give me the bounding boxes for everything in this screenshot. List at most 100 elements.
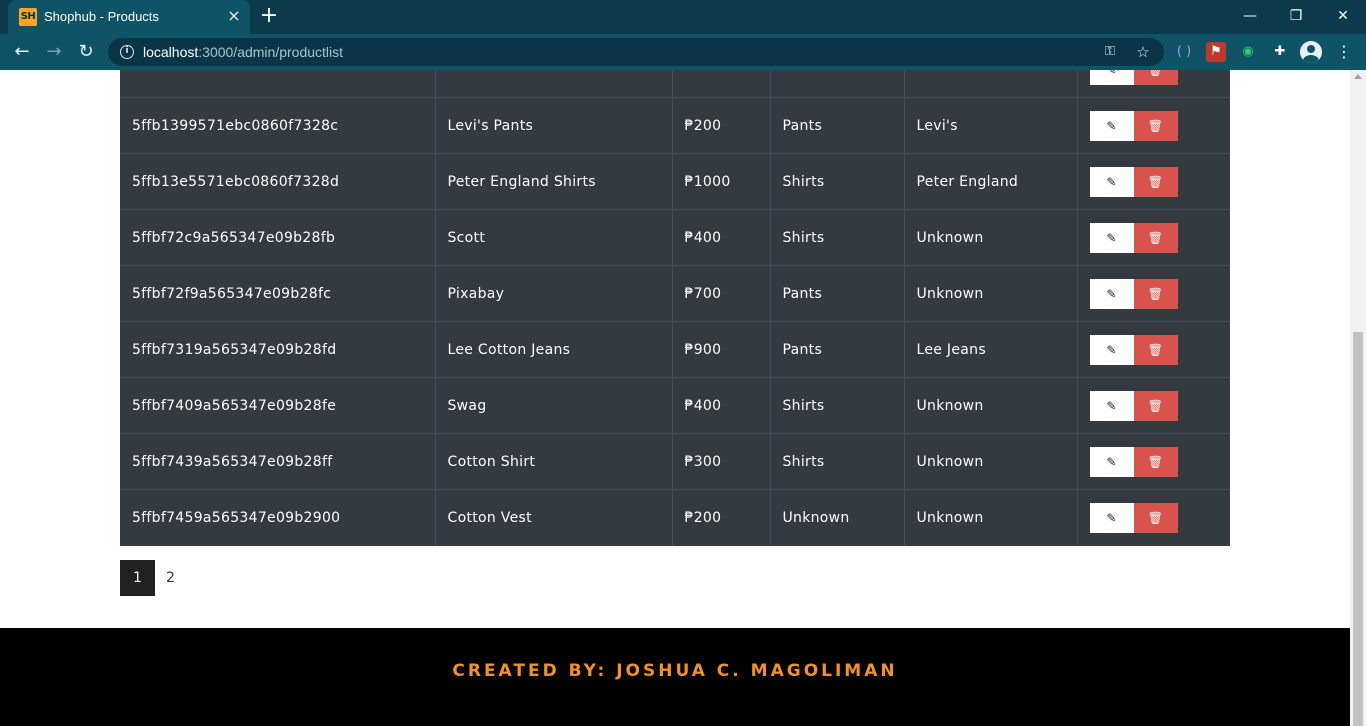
product-table: ✎🗑 5ffb1399571ebc0860f7328cLevi's Pants₱…: [120, 70, 1230, 546]
minimize-button[interactable]: —: [1237, 4, 1263, 28]
new-tab-button[interactable]: +: [258, 5, 280, 28]
delete-button[interactable]: 🗑: [1133, 278, 1178, 309]
key-icon[interactable]: ⚿: [1100, 42, 1120, 62]
menu-kebab-icon[interactable]: ⋮: [1334, 42, 1354, 62]
cell-category: Pants: [769, 97, 904, 154]
cell-price: ₱200: [671, 97, 770, 154]
edit-button[interactable]: ✎: [1089, 446, 1134, 477]
cell-id: 5ffbf72f9a565347e09b28fc: [120, 265, 435, 322]
edit-icon: ✎: [1106, 454, 1117, 469]
vertical-scrollbar[interactable]: [1350, 70, 1366, 726]
delete-button[interactable]: 🗑: [1133, 446, 1178, 477]
cell-category: Pants: [769, 265, 904, 322]
edit-button[interactable]: ✎: [1089, 110, 1134, 141]
edit-button[interactable]: ✎: [1089, 390, 1134, 421]
trash-icon: 🗑: [1147, 398, 1164, 413]
cell-name: Lee Cotton Jeans: [434, 321, 672, 378]
row-actions: ✎🗑: [1076, 489, 1230, 546]
footer-credit: CREATED BY: JOSHUA C. MAGOLIMAN: [452, 661, 898, 681]
cell-id: 5ffbf7439a565347e09b28ff: [120, 433, 435, 490]
edit-button[interactable]: ✎: [1089, 70, 1134, 85]
cell-id: 5ffbf7409a565347e09b28fe: [120, 377, 435, 434]
forward-arrow-icon[interactable]: →: [42, 40, 66, 64]
edit-button[interactable]: ✎: [1089, 278, 1134, 309]
delete-button[interactable]: 🗑: [1133, 166, 1178, 197]
cell-id: 5ffb13e5571ebc0860f7328d: [120, 153, 435, 210]
address-bar[interactable]: i localhost:3000/admin/productlist ⚿ ☆: [108, 38, 1164, 66]
table-row: 5ffbf7319a565347e09b28fd Lee Cotton Jeans…: [120, 321, 1230, 378]
site-info-icon[interactable]: i: [120, 45, 134, 59]
star-icon[interactable]: ☆: [1133, 42, 1153, 62]
page-link-1[interactable]: 1: [120, 560, 155, 596]
cell-id: 5ffbf72c9a565347e09b28fb: [120, 209, 435, 266]
table-row: 5ffb1399571ebc0860f7328c Levi's Pants ₱200…: [120, 97, 1230, 154]
extension-brackets-icon[interactable]: ( ): [1174, 42, 1194, 62]
edit-icon: ✎: [1106, 342, 1117, 357]
cell-id: 5ffbf7319a565347e09b28fd: [120, 321, 435, 378]
cell-name: Swag: [434, 377, 672, 434]
back-arrow-icon[interactable]: ←: [10, 40, 34, 64]
table-row: 5ffbf7439a565347e09b28ff Cotton Shirt ₱300…: [120, 433, 1230, 490]
cell-price: ₱400: [671, 209, 770, 266]
tab-close-icon[interactable]: ×: [226, 8, 242, 24]
cell-category: Unknown: [769, 489, 904, 546]
trash-icon: 🗑: [1147, 230, 1164, 245]
url-text[interactable]: localhost:3000/admin/productlist: [143, 44, 343, 60]
delete-button[interactable]: 🗑: [1133, 70, 1178, 85]
browser-tab[interactable]: SH Shophub - Products ×: [8, 0, 250, 34]
row-actions: ✎🗑: [1076, 321, 1230, 378]
browser-toolbar: ← → ↻ i localhost:3000/admin/productlist…: [0, 34, 1366, 70]
cell-brand: Levi's: [903, 97, 1077, 154]
extension-red-icon[interactable]: ⚑: [1206, 42, 1226, 62]
cell-name: Levi's Pants: [434, 97, 672, 154]
trash-icon: 🗑: [1148, 70, 1164, 77]
scroll-up-arrow-icon[interactable]: [1354, 74, 1362, 79]
cell-id: 5ffbf7459a565347e09b2900: [120, 489, 435, 546]
edit-button[interactable]: ✎: [1089, 222, 1134, 253]
cell-category: Shirts: [769, 377, 904, 434]
extension-circle-icon[interactable]: ◉: [1238, 42, 1258, 62]
delete-button[interactable]: 🗑: [1133, 390, 1178, 421]
scroll-thumb[interactable]: [1353, 332, 1363, 726]
page-content: ✎🗑 5ffb1399571ebc0860f7328cLevi's Pants₱…: [0, 70, 1350, 726]
cell-price: ₱1000: [671, 153, 770, 210]
profile-avatar-icon[interactable]: [1300, 41, 1322, 63]
puzzle-extensions-icon[interactable]: ✚: [1270, 42, 1290, 62]
cell-name: Scott: [434, 209, 672, 266]
trash-icon: 🗑: [1147, 510, 1164, 525]
cell-price: ₱400: [671, 377, 770, 434]
page-link-2[interactable]: 2: [153, 560, 188, 596]
cell-name: Cotton Shirt: [434, 433, 672, 490]
browser-tab-strip: SH Shophub - Products × + — ❐ ✕: [0, 0, 1366, 34]
cell-brand: Peter England: [903, 153, 1077, 210]
cell-brand: Unknown: [903, 489, 1077, 546]
edit-icon: ✎: [1106, 70, 1116, 77]
table-row: 5ffbf7409a565347e09b28fe Swag ₱400 Shirts Un…: [120, 377, 1230, 434]
row-actions: ✎🗑: [1076, 70, 1230, 98]
edit-button[interactable]: ✎: [1089, 334, 1134, 365]
trash-icon: 🗑: [1147, 286, 1164, 301]
delete-button[interactable]: 🗑: [1133, 110, 1178, 141]
edit-button[interactable]: ✎: [1089, 166, 1134, 197]
cell-category: Shirts: [769, 433, 904, 490]
edit-icon: ✎: [1106, 174, 1117, 189]
trash-icon: 🗑: [1147, 342, 1164, 357]
cell-price: ₱200: [671, 489, 770, 546]
cell-name: Cotton Vest: [434, 489, 672, 546]
close-window-button[interactable]: ✕: [1330, 4, 1356, 28]
table-row: 5ffbf72f9a565347e09b28fc Pixabay ₱700 Pants…: [120, 265, 1230, 322]
restore-button[interactable]: ❐: [1283, 4, 1309, 28]
row-actions: ✎🗑: [1076, 265, 1230, 322]
delete-button[interactable]: 🗑: [1133, 502, 1178, 533]
cell-name: Peter England Shirts: [434, 153, 672, 210]
cell-price: ₱700: [671, 265, 770, 322]
delete-button[interactable]: 🗑: [1133, 334, 1178, 365]
row-actions: ✎🗑: [1076, 97, 1230, 154]
edit-button[interactable]: ✎: [1089, 502, 1134, 533]
table-row: 5ffbf72c9a565347e09b28fb Scott ₱400 Shirts U…: [120, 209, 1230, 266]
delete-button[interactable]: 🗑: [1133, 222, 1178, 253]
cell-id: 5ffb1399571ebc0860f7328c: [120, 97, 435, 154]
trash-icon: 🗑: [1147, 174, 1164, 189]
reload-icon[interactable]: ↻: [74, 40, 98, 64]
cell-brand: Unknown: [903, 377, 1077, 434]
